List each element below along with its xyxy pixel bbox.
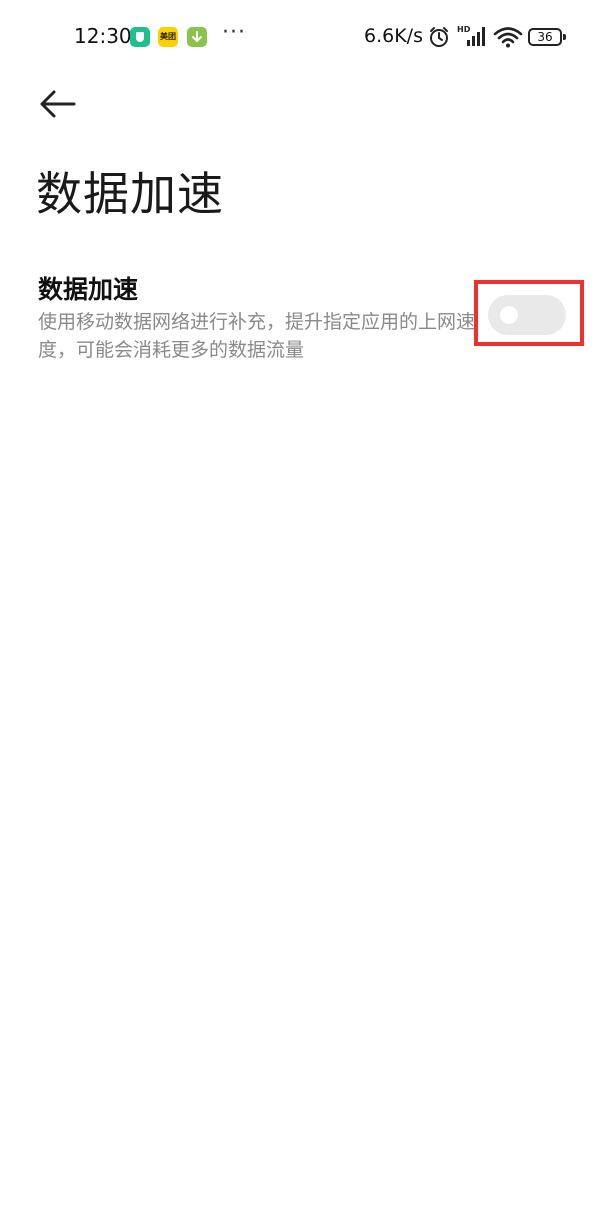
page-title: 数据加速 bbox=[36, 167, 224, 221]
back-button[interactable] bbox=[36, 84, 80, 124]
status-time: 12:30 bbox=[74, 24, 132, 48]
network-speed: 6.6K/s bbox=[364, 25, 423, 47]
status-bar: 12:30 美团 ··· 6.6K/s HD 36 bbox=[0, 0, 612, 76]
meituan-app-icon: 美团 bbox=[158, 27, 178, 47]
alarm-icon bbox=[430, 27, 448, 47]
wifi-icon bbox=[493, 27, 523, 48]
data-acceleration-toggle[interactable] bbox=[488, 295, 566, 335]
arrow-left-icon bbox=[40, 90, 76, 118]
setting-title: 数据加速 bbox=[38, 275, 139, 304]
hd-label: HD bbox=[457, 25, 471, 34]
shield-app-icon bbox=[130, 27, 150, 47]
more-notifications-icon: ··· bbox=[222, 20, 246, 45]
battery-icon: 36 bbox=[528, 28, 566, 46]
setting-description: 使用移动数据网络进行补充，提升指定应用的上网速度，可能会消耗更多的数据流量 bbox=[38, 311, 476, 361]
toggle-knob bbox=[500, 306, 518, 324]
signal-icon: HD bbox=[457, 25, 485, 46]
download-app-icon bbox=[187, 27, 207, 47]
